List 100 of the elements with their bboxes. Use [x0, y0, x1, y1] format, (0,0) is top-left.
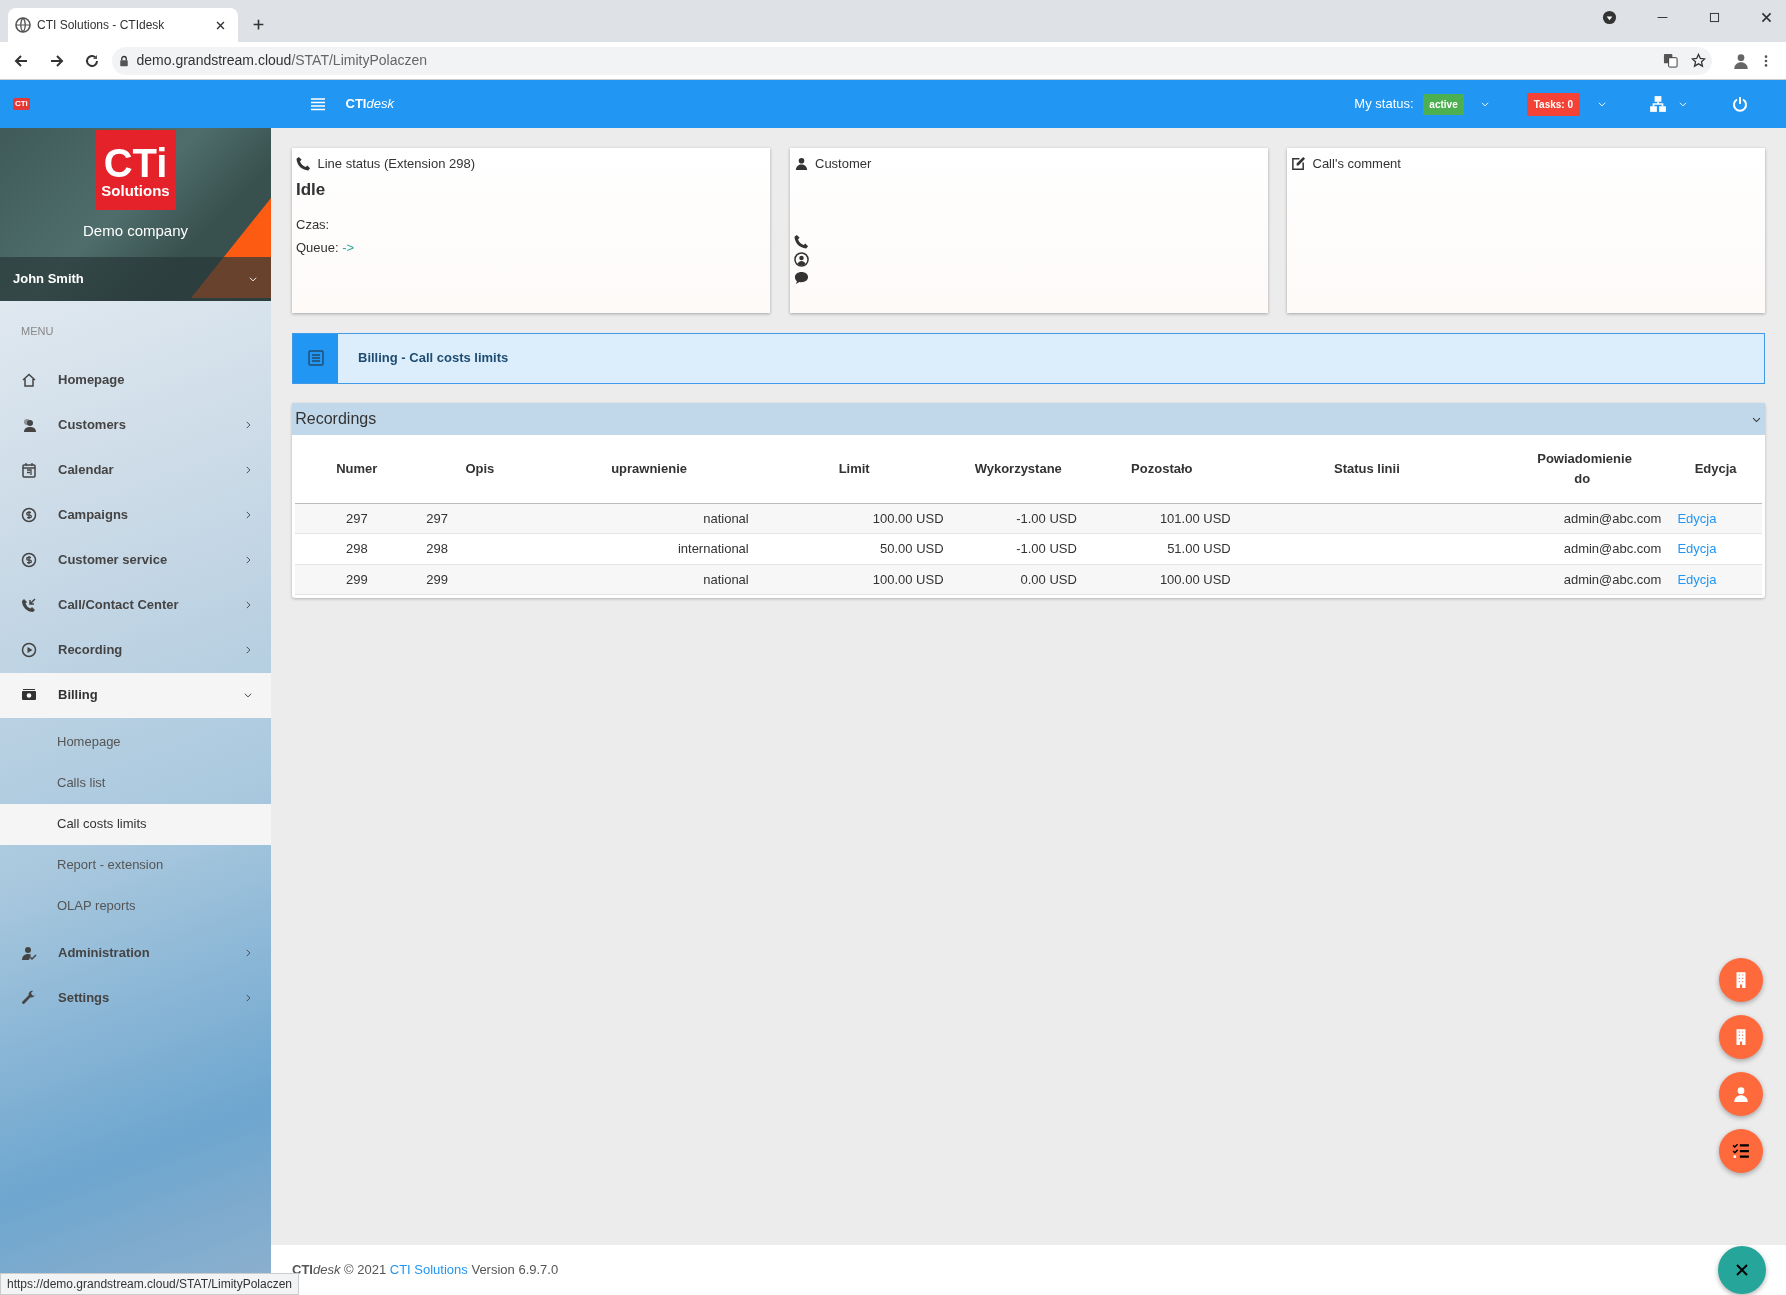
caret-icon[interactable] — [1677, 99, 1688, 109]
network-icon[interactable] — [1649, 95, 1667, 113]
sidebar-subitem[interactable]: Calls list — [0, 762, 271, 804]
sidebar-subitem[interactable]: OLAP reports — [0, 885, 271, 927]
sidebar-item[interactable]: Customer service — [0, 537, 271, 583]
table-cell: international — [677, 541, 749, 556]
company-name: Demo company — [81, 221, 189, 241]
sidebar-item[interactable]: Settings — [0, 975, 271, 1021]
person-icon — [793, 156, 809, 172]
tasks-button[interactable]: Tasks: 0 — [1526, 92, 1580, 116]
table-cell: 101.00 USD — [1159, 510, 1231, 526]
app-logo[interactable]: CTi — [13, 98, 30, 110]
column-header[interactable]: Wykorzystane — [974, 459, 1062, 479]
breadcrumb-text: Billing - Call costs limits — [358, 349, 509, 368]
line-state: Idle — [296, 178, 327, 201]
column-header[interactable]: Status linii — [1334, 459, 1400, 479]
translate-icon[interactable] — [1662, 53, 1678, 68]
lock-icon — [118, 54, 130, 67]
table-cell: 51.00 USD — [1167, 541, 1231, 556]
table-cell: 100.00 USD — [872, 510, 944, 526]
app-brand: CTIdesk — [345, 95, 394, 114]
table-cell: national — [703, 510, 749, 526]
forward-icon[interactable] — [48, 52, 65, 69]
star-icon[interactable] — [1690, 53, 1706, 68]
user-check-icon — [21, 945, 37, 961]
sidebar-subitem[interactable]: Report - extension — [0, 844, 271, 886]
table-cell: 297 — [345, 510, 368, 526]
tab-title: CTI Solutions - CTIdesk — [37, 17, 166, 34]
plus-icon[interactable] — [252, 18, 265, 31]
close-icon[interactable] — [1760, 11, 1773, 24]
chevron-icon — [243, 555, 253, 565]
chevron-icon — [243, 948, 253, 958]
caret-icon[interactable] — [1480, 99, 1491, 109]
sidebar-item[interactable]: Administration — [0, 930, 271, 976]
house-icon — [21, 372, 37, 388]
url-text: demo.grandstream.cloud/STAT/LimityPolaczen — [136, 51, 427, 70]
sidebar-item[interactable]: Call/Contact Center — [0, 582, 271, 628]
field-label: Queue: — [296, 240, 339, 255]
profile-icon[interactable] — [1731, 51, 1750, 70]
sidebar-item[interactable]: Customers — [0, 402, 271, 448]
table-cell: 50.00 USD — [880, 541, 944, 556]
close-icon[interactable] — [214, 19, 226, 31]
menu-button[interactable] — [310, 96, 326, 112]
card-title: Customer — [815, 155, 872, 173]
floating-action-button[interactable] — [1719, 1129, 1763, 1173]
table-cell: 298 — [345, 541, 368, 556]
user-menu[interactable]: John Smith — [0, 257, 271, 301]
profile-dropdown-icon[interactable] — [1602, 10, 1617, 25]
sidebar-subitem[interactable]: Homepage — [0, 721, 271, 763]
table-cell: 299 — [345, 571, 368, 587]
chevron-icon — [243, 993, 253, 1003]
menu-icon — [310, 96, 326, 112]
speech-bubble-icon — [793, 270, 809, 285]
power-icon[interactable] — [1732, 96, 1748, 112]
address-bar[interactable]: demo.grandstream.cloud/STAT/LimityPolaczen — [111, 46, 1712, 75]
sidebar-item[interactable]: Calendar — [0, 447, 271, 493]
column-header[interactable]: Edycja — [1694, 459, 1737, 479]
table-cell: 100.00 USD — [1159, 571, 1231, 587]
field-label: Czas: — [296, 217, 330, 233]
chevron-icon — [243, 510, 253, 520]
sidebar-item[interactable]: Recording — [0, 627, 271, 673]
panel-header[interactable]: Recordings — [292, 403, 1765, 435]
maximize-icon[interactable] — [1708, 11, 1721, 24]
play-icon — [21, 642, 37, 658]
column-header[interactable]: uprawnienie — [611, 459, 687, 479]
sidebar-item[interactable]: Billing — [0, 672, 271, 718]
table-cell: 298 — [426, 541, 448, 556]
column-header[interactable]: Opis — [465, 459, 495, 479]
caret-icon — [243, 690, 253, 700]
close-icon — [1734, 1262, 1750, 1278]
column-header[interactable]: Numer — [336, 459, 378, 479]
user-circle-icon — [793, 251, 809, 267]
table-cell: admin@abc.com — [1563, 541, 1662, 556]
status-label: My status: — [1354, 95, 1414, 114]
chevron-icon — [243, 465, 253, 475]
globe-icon — [14, 17, 31, 33]
table-cell: admin@abc.com — [1563, 571, 1662, 587]
phone-icon — [21, 597, 37, 613]
browser-tab[interactable]: CTI Solutions - CTIdesk — [8, 8, 238, 42]
sidebar-subitem[interactable]: Call costs limits — [0, 803, 271, 845]
column-header[interactable]: Pozostało — [1131, 459, 1193, 479]
chevron-icon — [243, 420, 253, 430]
reload-icon[interactable] — [84, 52, 100, 69]
table-cell: 100.00 USD — [872, 571, 944, 587]
table-cell: 0.00 USD — [1020, 571, 1077, 587]
edit-icon — [1291, 156, 1306, 172]
sidebar-item[interactable]: Campaigns — [0, 492, 271, 538]
chevron-icon — [243, 645, 253, 655]
column-header[interactable]: Limit — [838, 459, 870, 479]
checklist-icon — [1732, 1142, 1750, 1160]
caret-icon[interactable] — [1596, 99, 1607, 109]
calendar-icon — [21, 462, 37, 478]
person-icon — [1732, 1085, 1750, 1103]
phone-icon — [296, 156, 311, 172]
dollar-icon — [21, 552, 37, 568]
list-icon — [307, 350, 324, 366]
status-url: https://demo.grandstream.cloud/STAT/LimityPolaczen — [0, 1273, 299, 1295]
table-cell: 299 — [426, 571, 448, 587]
back-icon[interactable] — [13, 52, 29, 69]
sidebar-item[interactable]: Homepage — [0, 357, 271, 403]
